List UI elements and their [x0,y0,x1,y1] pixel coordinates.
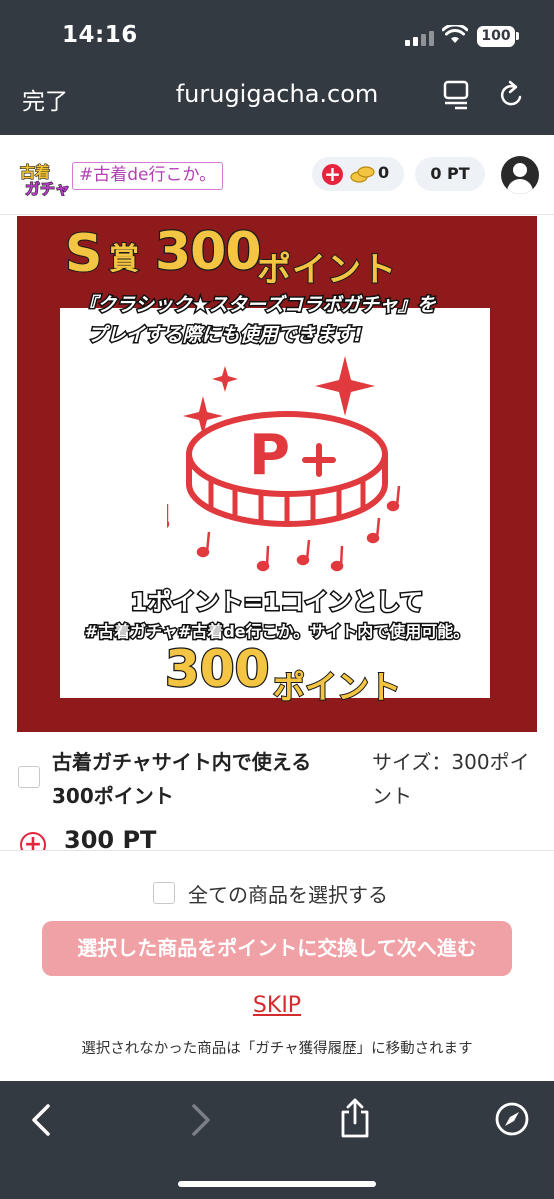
svg-text:古着: 古着 [20,163,50,181]
point-coin-illustration: P [167,356,401,572]
coin-balance[interactable]: + 0 [312,157,404,191]
compass-icon[interactable] [494,1101,530,1137]
prize-exchange-rate: 1ポイント=1コインとして [129,587,425,618]
item-checkbox[interactable] [18,766,40,788]
coin-p-letter: P [249,423,290,488]
forward-arrow-icon[interactable] [190,1103,212,1137]
coin-count: 0 [378,163,390,182]
browser-bottom-bar [0,1081,554,1199]
battery-indicator: 100 [477,26,515,47]
address-bar-url[interactable]: furugigacha.com [150,80,404,108]
prize-bottom-number: 300 [164,639,271,700]
share-icon[interactable] [338,1097,372,1139]
browser-top-bar: 14:16 100 完了 furugigacha.com [0,0,554,135]
reader-menu-icon[interactable] [443,80,471,110]
done-button[interactable]: 完了 [22,82,68,116]
cellular-signal-icon [405,30,435,46]
unselected-items-note: 選択されなかった商品は「ガチャ獲得履歴」に移動されます [81,1041,473,1057]
exchange-points-button[interactable]: 選択した商品をポイントに交換して次へ進む [42,921,512,976]
points-balance[interactable]: 0 PT [415,157,485,191]
skip-link[interactable]: SKIP [0,993,554,1018]
prize-promo-line-2: プレイする際にも使用できます! [86,323,364,348]
user-avatar-icon[interactable] [501,156,539,194]
prize-promo-line-1: 『クラシック★スターズコラボガチャ』を [77,293,438,318]
site-logo[interactable]: 古着 ガチャ [17,162,71,196]
site-tagline: #古着de行こか。 [72,162,224,190]
svg-text:ガチャ: ガチャ [25,180,70,196]
action-panel: 全ての商品を選択する 選択した商品をポイントに交換して次へ進む SKIP 選択さ… [0,850,554,1081]
prize-title-number: 300 [154,221,263,284]
prize-rank: S [64,223,104,285]
coin-icon [350,166,375,183]
wifi-icon [442,25,468,43]
battery-nub [516,32,519,40]
home-indicator [178,1181,376,1187]
back-arrow-icon[interactable] [30,1103,52,1137]
select-all-label[interactable]: 全ての商品を選択する [188,879,388,908]
status-time: 14:16 [62,22,138,48]
site-header: 古着 ガチャ #古着de行こか。 + 0 0 PT [0,135,554,215]
item-name: 古着ガチャサイト内で使える300ポイント [52,750,312,808]
prize-rank-suffix: 賞 [108,241,140,278]
prize-title-word: ポイント [256,249,397,291]
prize-usage-note: #古着ガチャ#古着de行こか。サイト内で使用可能。 [83,621,471,643]
prize-image: S 賞 300 ポイント 『クラシック★スターズコラボガチャ』を プレイする際に… [17,216,537,732]
item-size: サイズ：300ポイント [372,750,530,808]
prize-bottom-word: ポイント [272,667,402,707]
reload-icon[interactable] [498,80,526,110]
select-all-checkbox[interactable] [153,882,175,904]
add-coin-icon[interactable]: + [322,164,343,185]
